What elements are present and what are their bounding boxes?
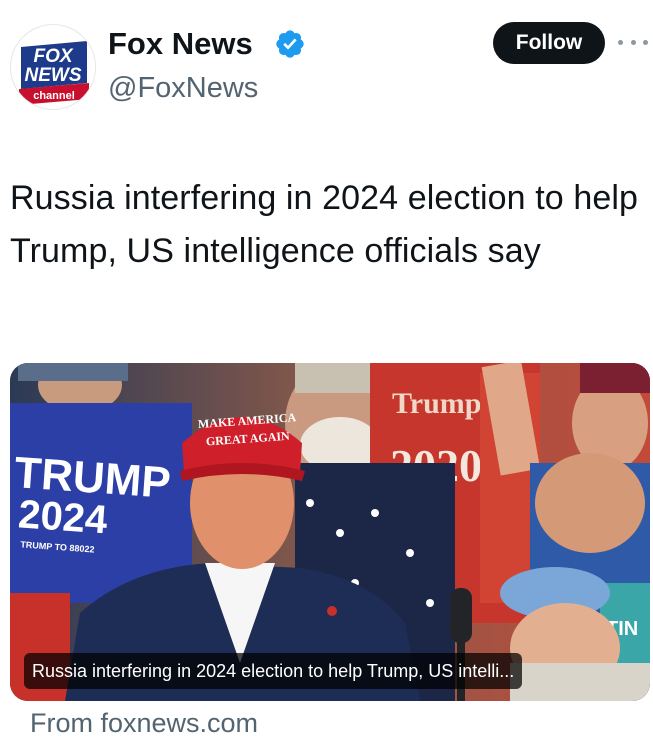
dot [618, 39, 623, 45]
fox-news-avatar[interactable]: FOX NEWS channel [10, 24, 96, 110]
tweet-header: FOX NEWS channel Fox News @FoxNews Follo… [0, 0, 653, 130]
author-handle[interactable]: @FoxNews [108, 70, 258, 106]
more-horizontal-icon[interactable] [618, 30, 648, 54]
card-image: Trump 2020 TIN TRUMP 2024 TRUMP TO 88022 [10, 363, 650, 701]
dot [643, 39, 648, 45]
logo-channel-text: channel [33, 90, 75, 102]
follow-button[interactable]: Follow [493, 22, 605, 64]
card-source-link[interactable]: From foxnews.com [30, 706, 258, 740]
sign-trump-text: Trump [392, 387, 481, 420]
link-card[interactable]: Trump 2020 TIN TRUMP 2024 TRUMP TO 88022 [10, 363, 650, 701]
dot [630, 39, 636, 45]
logo-fox-text: FOX [33, 46, 73, 67]
sign-left-2024-text: 2024 [17, 492, 110, 542]
card-caption: Russia interfering in 2024 election to h… [24, 653, 523, 689]
microphone [450, 588, 472, 643]
tweet-text: Russia interfering in 2024 election to h… [10, 179, 639, 270]
author-name[interactable]: Fox News [108, 26, 253, 62]
verified-badge-icon [276, 30, 304, 58]
logo-news-text: NEWS [25, 65, 82, 86]
flag-pin [327, 606, 337, 616]
fox-news-logo: FOX NEWS channel [12, 26, 95, 109]
